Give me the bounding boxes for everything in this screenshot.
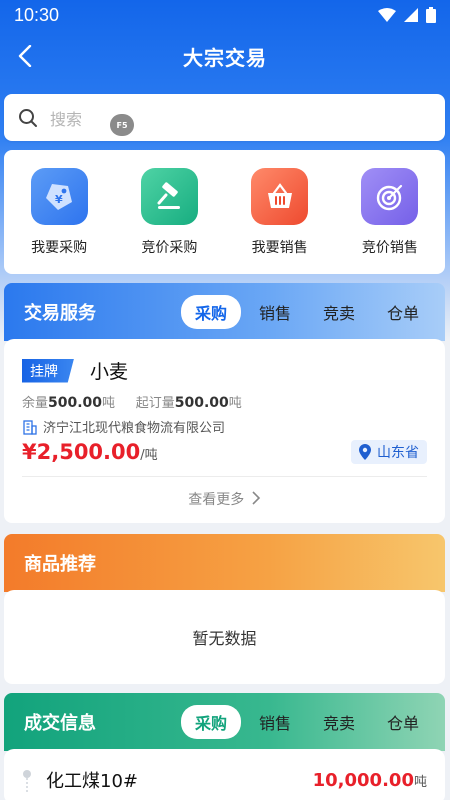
wifi-icon (378, 8, 396, 22)
chevron-left-icon (18, 45, 32, 67)
deal-price: 10,000.00吨 (313, 770, 427, 791)
timeline-dot-icon (23, 770, 31, 792)
remain-label: 余量 (22, 396, 49, 411)
deal-info-header: 成交信息 采购 销售 竞卖 仓单 (4, 693, 445, 751)
trade-listing-card[interactable]: 挂牌 小麦 余量500.00吨 起订量500.00吨 济宁江北现代粮食物流有限公… (4, 339, 445, 523)
quick-purchase[interactable]: ¥ 我要采购 (7, 168, 111, 274)
company-name: 济宁江北现代粮食物流有限公司 (43, 421, 226, 436)
tab-warehouse[interactable]: 仓单 (373, 705, 433, 739)
tab-sales[interactable]: 销售 (245, 705, 305, 739)
quick-bid-sell[interactable]: 竞价销售 (338, 168, 442, 274)
tab-auction[interactable]: 竞卖 (309, 705, 369, 739)
min-order-value: 500.00 (174, 395, 229, 411)
search-placeholder: 搜索 (50, 109, 83, 129)
product-name: 小麦 (90, 361, 129, 383)
tab-purchase[interactable]: 采购 (180, 705, 241, 739)
quick-bid-purchase[interactable]: 竞价采购 (117, 168, 221, 274)
recommend-header: 商品推荐 (4, 534, 445, 592)
quick-actions: ¥ 我要采购 竞价采购 我要销售 竞价销售 (4, 150, 445, 274)
deal-info-section: 成交信息 采购 销售 竞卖 仓单 化工煤10# 10,000.00吨 (4, 693, 445, 800)
quick-label: 我要采购 (31, 240, 88, 256)
trade-tabs: 采购 销售 竞卖 仓单 (177, 295, 433, 329)
gavel-icon (140, 168, 198, 225)
search-bar[interactable]: 搜索 F5 (4, 94, 445, 141)
tab-purchase[interactable]: 采购 (180, 295, 241, 329)
listing-tag: 挂牌 (22, 358, 74, 383)
section-title: 商品推荐 (24, 554, 96, 575)
back-button[interactable] (10, 40, 40, 72)
empty-state: 暂无数据 (4, 590, 445, 684)
battery-icon (426, 7, 436, 23)
f5-badge: F5 (110, 114, 134, 136)
nav-bar: 大宗交易 (0, 30, 450, 82)
tag-icon: ¥ (30, 168, 88, 225)
remain-value: 500.00 (48, 395, 103, 411)
recommend-section: 商品推荐 暂无数据 (4, 534, 445, 684)
location-text: 山东省 (377, 445, 419, 461)
status-bar: 10:30 (0, 0, 450, 30)
tab-auction[interactable]: 竞卖 (309, 295, 369, 329)
basket-icon (251, 168, 309, 225)
quick-label: 竞价销售 (361, 240, 418, 256)
view-more-link[interactable]: 查看更多 (22, 477, 427, 509)
empty-text: 暂无数据 (192, 629, 257, 648)
deal-product-name: 化工煤10# (46, 771, 138, 792)
quick-label: 我要销售 (251, 240, 308, 256)
signal-icon (404, 8, 418, 22)
min-order-unit: 吨 (228, 396, 242, 411)
quantity-info: 余量500.00吨 起订量500.00吨 (22, 392, 427, 411)
quick-sell[interactable]: 我要销售 (228, 168, 332, 274)
search-icon (19, 108, 37, 127)
price-unit: /吨 (140, 448, 158, 463)
section-title: 成交信息 (24, 713, 96, 734)
deal-price-value: 10,000.00 (312, 769, 414, 791)
building-icon (23, 419, 37, 435)
page-title: 大宗交易 (183, 45, 267, 70)
price-value: ¥2,500.00 (22, 440, 141, 464)
trade-service-header: 交易服务 采购 销售 竞卖 仓单 (4, 283, 445, 341)
status-time: 10:30 (14, 4, 60, 25)
remain-unit: 吨 (102, 396, 116, 411)
deal-price-unit: 吨 (413, 774, 427, 790)
svg-text:¥: ¥ (55, 193, 63, 206)
min-order-label: 起订量 (135, 396, 175, 411)
deal-tabs: 采购 销售 竞卖 仓单 (177, 705, 433, 739)
deal-list: 化工煤10# 10,000.00吨 (4, 749, 445, 800)
list-item[interactable]: 化工煤10# 10,000.00吨 (22, 767, 427, 793)
view-more-label: 查看更多 (188, 492, 245, 508)
quick-label: 竞价采购 (141, 240, 198, 256)
trade-service-section: 交易服务 采购 销售 竞卖 仓单 挂牌 小麦 余量500.00吨 起订量500.… (4, 283, 445, 525)
location-pin-icon (359, 444, 371, 460)
tab-sales[interactable]: 销售 (245, 295, 305, 329)
chevron-right-icon (252, 491, 260, 505)
target-icon (361, 168, 419, 225)
company-row: 济宁江北现代粮食物流有限公司 (22, 417, 427, 436)
product-price: ¥2,500.00/吨 (22, 440, 158, 464)
tab-warehouse[interactable]: 仓单 (373, 295, 433, 329)
location-badge: 山东省 (351, 440, 427, 464)
section-title: 交易服务 (24, 303, 96, 324)
